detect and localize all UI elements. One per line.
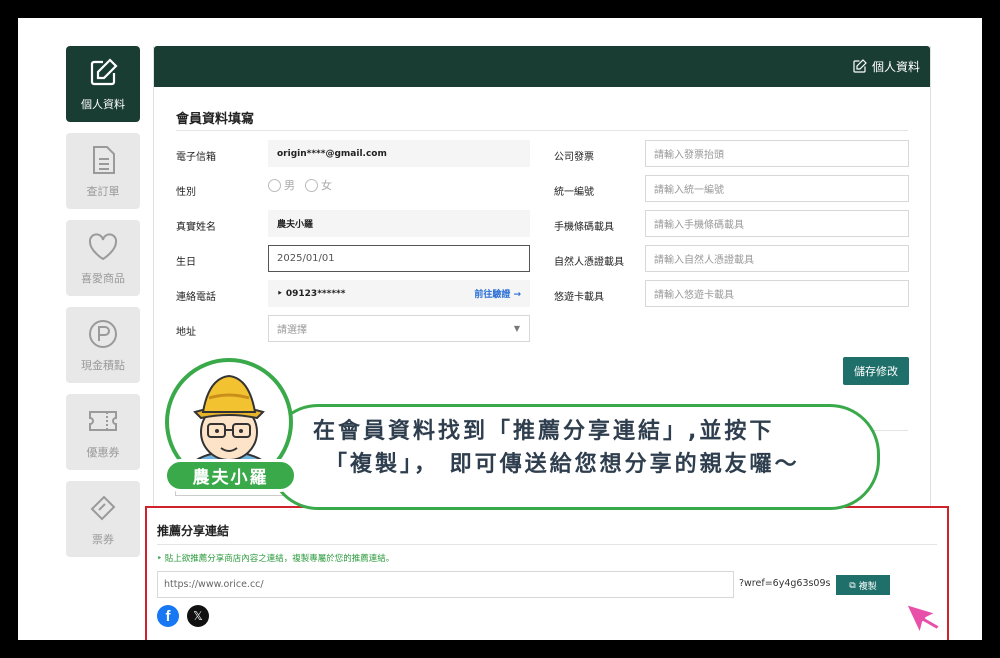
phone-field[interactable]: ‣ 09123****** 前往驗證 → <box>268 280 530 307</box>
pointer-cursor-icon <box>905 603 941 635</box>
address-select-value: 請選擇 <box>277 325 307 336</box>
address-label: 地址 <box>176 327 196 338</box>
copy-button[interactable]: ⧉ 複製 <box>836 575 890 595</box>
gender-label: 性別 <box>176 187 196 198</box>
name-field[interactable]: 農夫小羅 <box>268 210 530 237</box>
invoice-label: 公司發票 <box>554 152 594 163</box>
radio-circle <box>305 178 318 192</box>
citizen-carrier-label: 自然人憑證載具 <box>554 257 624 268</box>
callout-line-1: 在會員資料找到「推薦分享連結」,並按下 <box>313 419 775 444</box>
coupon-icon <box>89 411 117 431</box>
tax-id-field[interactable]: 請輸入統一編號 <box>645 175 909 202</box>
section-title: 會員資料填寫 <box>176 112 255 127</box>
verify-link[interactable]: 前往驗證 → <box>474 287 521 300</box>
address-select[interactable]: 請選擇 ▼ <box>268 315 530 342</box>
callout-line-2: 「複製」， 即可傳送給您想分享的親友囉～ <box>325 452 800 477</box>
panel-header: 個人資料 <box>154 46 930 87</box>
sidebar-item-label: 個人資料 <box>81 98 125 111</box>
invoice-field[interactable]: 請輸入發票抬頭 <box>645 140 909 167</box>
sidebar-item-label: 喜愛商品 <box>81 272 125 285</box>
mobile-carrier-label: 手機條碼載具 <box>554 222 614 233</box>
sidebar-item-points[interactable]: 現金積點 <box>66 307 140 383</box>
document-icon <box>93 146 115 174</box>
edit-icon <box>90 58 118 86</box>
tax-id-label: 統一編號 <box>554 187 594 198</box>
phone-value: ‣ 09123****** <box>277 288 346 299</box>
sidebar-item-profile[interactable]: 個人資料 <box>66 46 140 122</box>
referral-title: 推薦分享連結 <box>157 524 230 538</box>
gender-radio-female[interactable]: 女 <box>305 177 332 193</box>
divider <box>157 544 937 545</box>
referral-section: 推薦分享連結 ‣ 貼上欲推薦分享商店內容之連結，複製專屬於您的推薦連結。 htt… <box>145 506 949 640</box>
x-icon[interactable]: 𝕏 <box>187 605 209 627</box>
sidebar-item-label: 優惠券 <box>86 446 120 459</box>
easycard-label: 悠遊卡載具 <box>554 292 604 303</box>
referral-hint: ‣ 貼上欲推薦分享商店內容之連結，複製專屬於您的推薦連結。 <box>157 554 395 564</box>
edit-icon <box>853 59 867 73</box>
mobile-carrier-field[interactable]: 請輸入手機條碼載具 <box>645 210 909 237</box>
panel-header-title: 個人資料 <box>871 60 920 74</box>
callout-text: 在會員資料找到「推薦分享連結」,並按下 「複製」， 即可傳送給您想分享的親友囉～ <box>313 415 893 481</box>
app-screen: 個人資料 查訂單 喜愛商品 現金積點 優惠券 票券 個人資料 會員資料填寫 電子… <box>18 18 982 640</box>
email-field[interactable]: origin****@gmail.com <box>268 140 530 167</box>
sidebar-item-label: 票券 <box>92 533 114 546</box>
sidebar-item-coupons[interactable]: 優惠券 <box>66 394 140 470</box>
copy-icon: ⧉ <box>849 579 856 590</box>
sidebar-item-favorites[interactable]: 喜愛商品 <box>66 220 140 296</box>
mascot-name-tag: 農夫小羅 <box>164 459 297 492</box>
radio-label: 男 <box>284 179 295 192</box>
birthday-field[interactable]: 2025/01/01 <box>268 245 530 272</box>
points-icon <box>89 320 117 348</box>
chevron-down-icon: ▼ <box>513 324 520 333</box>
facebook-icon[interactable]: f <box>157 605 179 627</box>
birthday-label: 生日 <box>176 257 196 268</box>
gender-radio-group: 男 女 <box>268 177 342 193</box>
divider <box>176 130 908 131</box>
radio-label: 女 <box>321 179 332 192</box>
save-button[interactable]: 儲存修改 <box>843 357 909 385</box>
sidebar-item-tickets[interactable]: 票券 <box>66 481 140 557</box>
radio-circle <box>268 178 281 192</box>
sidebar-item-label: 現金積點 <box>81 359 125 372</box>
gender-radio-male[interactable]: 男 <box>268 177 295 193</box>
copy-button-label: 複製 <box>858 580 877 591</box>
easycard-field[interactable]: 請輸入悠遊卡載具 <box>645 280 909 307</box>
referral-url-input[interactable]: https://www.orice.cc/ <box>157 571 734 598</box>
email-label: 電子信箱 <box>176 152 216 163</box>
name-label: 真實姓名 <box>176 222 216 233</box>
sidebar-item-label: 查訂單 <box>86 185 120 198</box>
heart-icon <box>88 233 118 261</box>
sidebar: 個人資料 查訂單 喜愛商品 現金積點 優惠券 票券 <box>66 46 140 568</box>
phone-label: 連絡電話 <box>176 292 216 303</box>
ticket-icon <box>90 495 116 521</box>
citizen-carrier-field[interactable]: 請輸入自然人憑證載具 <box>645 245 909 272</box>
sidebar-item-orders[interactable]: 查訂單 <box>66 133 140 209</box>
referral-code: ?wref=6y4g63s09s <box>739 578 831 589</box>
